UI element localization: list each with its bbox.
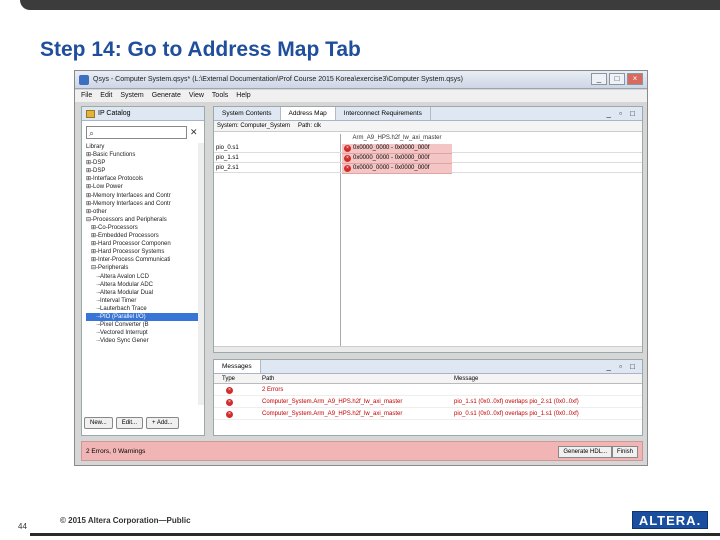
menu-system[interactable]: System [120,90,143,102]
tree-item[interactable]: ·-Interval Timer [86,297,204,305]
tree-item[interactable]: Library [86,143,204,151]
error-icon: × [344,155,351,162]
page-number: 44 [18,522,27,531]
tab-address-map[interactable]: Address Map [280,107,336,120]
tab-interconnect-requirements[interactable]: Interconnect Requirements [336,107,431,120]
tree-item[interactable]: ·-Altera Avalon LCD [86,273,204,281]
table-row[interactable]: pio_2.s1 × 0x0000_0000 - 0x0000_000f [214,164,642,174]
tab-system-contents[interactable]: System Contents [214,107,281,120]
ip-catalog-pane: IP Catalog ⌕ ✕ Library ⊞-Basic Functions ⊞… [81,106,205,436]
messages-header: Type Path Message [214,374,642,384]
message-row[interactable]: × Computer_System.Arm_A9_HPS.h2f_lw_axi_… [214,396,642,408]
tree-item[interactable]: ·-Lauterbach Trace [86,305,204,313]
error-icon: × [344,165,351,172]
tree-item[interactable]: ·-Vectored Interrupt [86,329,204,337]
tree-item[interactable]: ⊞-other [86,208,204,216]
tree-item[interactable]: ⊞-Memory Interfaces and Contr [86,200,204,208]
tree-item[interactable]: ⊞-Basic Functions [86,151,204,159]
tab-ip-catalog[interactable]: IP Catalog [82,107,204,121]
menu-help[interactable]: Help [236,90,250,102]
tree-item[interactable]: ⊞-Hard Processor Systems [86,248,204,256]
error-icon: × [344,145,351,152]
footer-divider [30,533,720,536]
slide-title: Step 14: Go to Address Map Tab [40,38,361,61]
tree-item[interactable]: ⊞-Inter-Process Communicati [86,256,204,264]
catalog-icon [86,110,95,118]
message-row[interactable]: × Computer_System.Arm_A9_HPS.h2f_lw_axi_… [214,408,642,420]
ip-catalog-tree[interactable]: Library ⊞-Basic Functions ⊞-DSP ⊞-DSP ⊞-Inte… [82,143,204,405]
maximize-button[interactable]: □ [609,73,625,85]
menu-view[interactable]: View [189,90,204,102]
error-icon: × [226,411,233,418]
messages-window-controls[interactable]: _ ▫ □ [606,360,638,374]
tree-item[interactable]: ·-Video Sync Gener [86,337,204,345]
master-column-header: Arm_A9_HPS.h2f_lw_axi_master [352,135,442,141]
address-range-cell[interactable]: × 0x0000_0000 - 0x0000_000f [342,144,452,154]
minimize-button[interactable]: _ [591,73,607,85]
tree-item[interactable]: ·-Altera Modular ADC [86,281,204,289]
tree-item[interactable]: ⊞-Co-Processors [86,224,204,232]
copyright-text: © 2015 Altera Corporation—Public [60,516,191,525]
address-map-table: Arm_A9_HPS.h2f_lw_axi_master pio_0.s1 × 0… [214,134,642,352]
qsys-app-icon [79,75,89,85]
top-decor-bar [0,0,720,12]
tree-scrollbar[interactable] [198,143,204,405]
tree-item[interactable]: ⊞-Embedded Processors [86,232,204,240]
menu-generate[interactable]: Generate [152,90,181,102]
address-range-cell[interactable]: × 0x0000_0000 - 0x0000_000f [342,164,452,174]
status-text: 2 Errors, 0 Warnings [86,448,146,455]
new-button[interactable]: New... [84,417,113,429]
tree-item[interactable]: ⊞-Interface Protocols [86,175,204,183]
generate-hdl-button[interactable]: Generate HDL... [558,446,612,458]
message-row[interactable]: × 2 Errors [214,384,642,396]
address-range-cell[interactable]: × 0x0000_0000 - 0x0000_000f [342,154,452,164]
add-button[interactable]: + Add... [146,417,179,429]
main-editor-pane: System Contents Address Map Interconnect… [213,106,643,353]
messages-tab-bar: Messages _ ▫ □ [214,360,642,374]
tree-item[interactable]: ·-PIO (Parallel I/O) [86,312,204,322]
menu-tools[interactable]: Tools [212,90,228,102]
messages-pane: Messages _ ▫ □ Type Path Message × 2 Err… [213,359,643,436]
tree-item[interactable]: ⊟-Processors and Peripherals [86,216,204,224]
tree-item[interactable]: ·-Pixel Converter (B [86,321,204,329]
horizontal-scrollbar[interactable] [214,346,642,352]
status-bar: 2 Errors, 0 Warnings Generate HDL... Fin… [81,441,643,461]
ip-search-input[interactable]: ⌕ [86,125,187,139]
clear-search-icon[interactable]: ✕ [190,126,200,138]
menu-edit[interactable]: Edit [100,90,112,102]
system-path-row: System: Computer_System Path: clk [214,121,642,132]
error-icon: × [226,399,233,406]
edit-button[interactable]: Edit... [115,417,144,429]
tree-item[interactable]: ⊞-Memory Interfaces and Contr [86,192,204,200]
altera-logo: ALTERA. [632,511,708,529]
menu-file[interactable]: File [81,90,92,102]
window-title: Qsys - Computer System.qsys* (L:\Externa… [93,76,463,83]
search-icon: ⌕ [89,127,95,138]
tab-messages[interactable]: Messages [214,360,261,373]
main-tab-bar: System Contents Address Map Interconnect… [214,107,642,121]
system-label: System: Computer_System [217,123,291,129]
tree-item[interactable]: ⊞-DSP [86,159,204,167]
tree-item[interactable]: ⊞-DSP [86,167,204,175]
tree-item[interactable]: ⊟-Peripherals [86,264,204,272]
finish-button[interactable]: Finish [611,446,638,458]
pane-window-controls[interactable]: _ ▫ □ [606,107,638,121]
table-row[interactable]: pio_0.s1 × 0x0000_0000 - 0x0000_000f [214,144,642,154]
tree-item[interactable]: ⊞-Low Power [86,183,204,191]
path-label: Path: clk [298,123,322,129]
tree-item[interactable]: ⊞-Hard Processor Componen [86,240,204,248]
tree-item[interactable]: ·-Altera Modular Dual [86,289,204,297]
qsys-window: Qsys - Computer System.qsys* (L:\Externa… [74,70,648,466]
error-icon: × [226,387,233,394]
window-titlebar: Qsys - Computer System.qsys* (L:\Externa… [75,71,647,89]
menu-bar: File Edit System Generate View Tools Hel… [75,90,647,102]
close-button[interactable]: × [627,73,643,85]
table-row[interactable]: pio_1.s1 × 0x0000_0000 - 0x0000_000f [214,154,642,164]
